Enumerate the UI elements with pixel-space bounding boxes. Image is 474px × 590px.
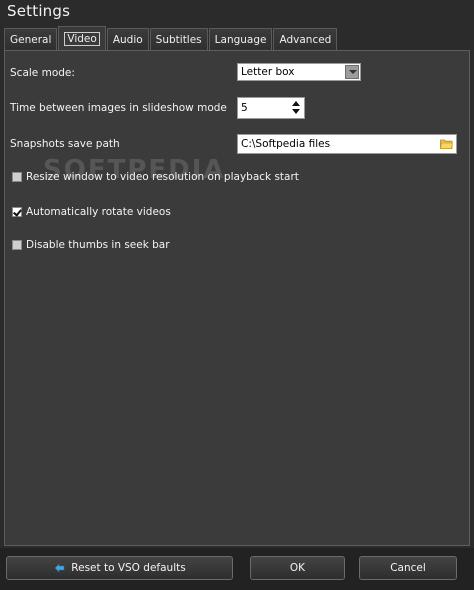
folder-icon[interactable] xyxy=(440,138,453,149)
tab-subtitles-label: Subtitles xyxy=(155,34,202,46)
tab-audio[interactable]: Audio xyxy=(106,28,149,50)
arrow-up-icon[interactable] xyxy=(291,100,301,108)
scale-mode-select[interactable]: Letter box xyxy=(237,63,361,81)
reset-defaults-label: Reset to VSO defaults xyxy=(71,562,186,574)
tab-video[interactable]: Video xyxy=(58,26,106,50)
tab-general[interactable]: General xyxy=(4,28,58,50)
checkbox-box[interactable] xyxy=(12,172,22,182)
resize-window-checkbox[interactable]: Resize window to video resolution on pla… xyxy=(12,170,299,184)
cancel-button[interactable]: Cancel xyxy=(359,556,457,580)
reset-icon xyxy=(54,563,65,573)
tab-audio-label: Audio xyxy=(112,34,143,46)
auto-rotate-label: Automatically rotate videos xyxy=(26,206,171,218)
slideshow-interval-label: Time between images in slideshow mode xyxy=(10,102,227,114)
chevron-down-icon[interactable] xyxy=(345,65,359,79)
dialog-button-bar: Reset to VSO defaults OK Cancel xyxy=(0,548,474,590)
ok-label: OK xyxy=(289,562,306,574)
reset-defaults-button[interactable]: Reset to VSO defaults xyxy=(6,556,233,580)
arrow-down-icon[interactable] xyxy=(291,108,301,116)
disable-thumbs-label: Disable thumbs in seek bar xyxy=(26,239,170,251)
tab-general-label: General xyxy=(10,34,52,46)
snapshot-path-label: Snapshots save path xyxy=(10,138,120,150)
tab-advanced-label: Advanced xyxy=(279,34,332,46)
checkbox-box-checked[interactable] xyxy=(12,207,22,217)
tab-advanced[interactable]: Advanced xyxy=(273,28,338,50)
snapshot-path-field[interactable]: C:\Softpedia files xyxy=(237,134,457,154)
snapshot-path-value: C:\Softpedia files xyxy=(241,138,331,150)
slideshow-interval-stepper[interactable]: 5 xyxy=(237,97,305,119)
ok-button[interactable]: OK xyxy=(250,556,345,580)
window-title: Settings xyxy=(7,2,71,20)
tab-language[interactable]: Language xyxy=(208,28,273,50)
tab-language-label: Language xyxy=(214,34,267,46)
scale-mode-label: Scale mode: xyxy=(10,67,75,79)
tab-video-label: Video xyxy=(64,32,100,46)
tab-subtitles[interactable]: Subtitles xyxy=(149,28,208,50)
scale-mode-value: Letter box xyxy=(241,66,295,78)
checkbox-box[interactable] xyxy=(12,240,22,250)
video-settings-panel: Scale mode: Letter box Time between imag… xyxy=(4,50,470,546)
disable-thumbs-checkbox[interactable]: Disable thumbs in seek bar xyxy=(12,238,170,252)
auto-rotate-checkbox[interactable]: Automatically rotate videos xyxy=(12,205,171,219)
cancel-label: Cancel xyxy=(390,562,426,574)
resize-window-label: Resize window to video resolution on pla… xyxy=(26,171,299,183)
slideshow-interval-value: 5 xyxy=(241,102,248,114)
tab-bar: General Video Audio Subtitles Language A… xyxy=(4,26,470,50)
